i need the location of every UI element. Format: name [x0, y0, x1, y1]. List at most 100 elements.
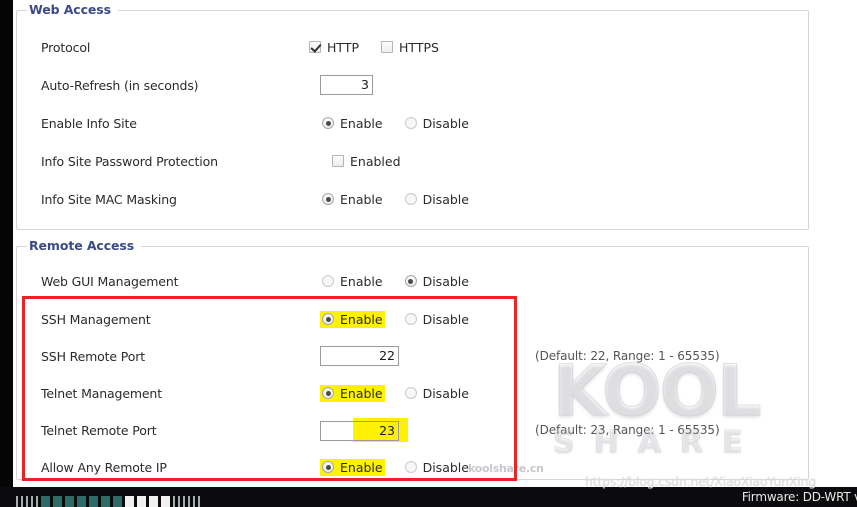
row-ssh-management: SSH Management Enable Disable [17, 303, 808, 335]
radio-allow-any-ip-disable[interactable]: Disable [403, 459, 471, 476]
radio-web-gui-enable[interactable]: Enable [320, 273, 385, 290]
control-info-site-password: Enabled [330, 153, 421, 170]
radio-mac-masking-disable-label: Disable [422, 191, 469, 207]
radio-info-site-disable-dot[interactable] [404, 117, 417, 129]
row-info-site-mac-masking: Info Site MAC Masking Enable Disable [17, 183, 808, 215]
dock-tick-icon [173, 496, 175, 507]
ssh-remote-port-input[interactable] [320, 346, 399, 366]
dock-tick-icon [31, 496, 33, 507]
checkbox-https-label: HTTPS [399, 39, 439, 55]
dock-tick-icon [36, 496, 38, 507]
radio-ssh-disable-dot[interactable] [404, 313, 417, 325]
checkbox-http[interactable]: HTTP [307, 39, 361, 56]
checkbox-https[interactable]: HTTPS [379, 39, 441, 56]
hint-telnet-remote-port: (Default: 23, Range: 1 - 65535) [535, 423, 720, 437]
radio-telnet-disable-label: Disable [422, 385, 469, 401]
radio-web-gui-disable-dot[interactable] [404, 275, 417, 287]
dock-app-icon[interactable] [161, 496, 170, 507]
radio-ssh-disable-label: Disable [422, 311, 469, 327]
label-ssh-management: SSH Management [41, 311, 151, 327]
checkbox-info-site-password[interactable]: Enabled [330, 153, 403, 170]
radio-info-site-enable-label: Enable [340, 115, 383, 131]
radio-allow-any-ip-enable-dot[interactable] [322, 461, 334, 473]
checkbox-https-box[interactable] [381, 41, 393, 53]
dock-app-icon[interactable] [65, 496, 74, 507]
radio-info-site-enable-dot[interactable] [322, 117, 334, 129]
radio-web-gui-disable-label: Disable [422, 273, 469, 289]
radio-web-gui-disable[interactable]: Disable [403, 273, 471, 290]
checkbox-http-label: HTTP [327, 39, 359, 55]
dock-tick-icon [183, 496, 185, 507]
row-ssh-remote-port: SSH Remote Port (Default: 22, Range: 1 -… [17, 340, 808, 372]
row-allow-any-remote-ip: Allow Any Remote IP Enable Disable [17, 451, 808, 483]
radio-telnet-enable-dot[interactable] [322, 387, 334, 399]
web-access-legend: Web Access [27, 2, 118, 17]
radio-ssh-enable-dot[interactable] [322, 313, 334, 325]
control-info-site-mac-masking: Enable Disable [320, 191, 489, 208]
checkbox-info-site-password-box[interactable] [332, 155, 344, 167]
telnet-remote-port-input[interactable] [320, 420, 399, 441]
taskbar-dock[interactable] [16, 493, 200, 507]
control-web-gui-management: Enable Disable [320, 273, 489, 290]
radio-web-gui-enable-label: Enable [340, 273, 383, 289]
control-telnet-management: Enable Disable [320, 384, 489, 402]
control-allow-any-remote-ip: Enable Disable [320, 458, 489, 476]
firmware-status-text: Firmware: DD-WRT v [741, 490, 857, 504]
dock-app-icon[interactable] [113, 496, 122, 507]
dock-tick-icon [16, 496, 18, 507]
radio-allow-any-ip-enable[interactable]: Enable [320, 458, 385, 476]
radio-mac-masking-disable-dot[interactable] [404, 193, 417, 205]
radio-mac-masking-enable-dot[interactable] [322, 193, 334, 205]
control-enable-info-site: Enable Disable [320, 115, 489, 132]
radio-telnet-enable[interactable]: Enable [320, 384, 385, 402]
dock-app-icon[interactable] [77, 496, 86, 507]
dock-tick-icon [188, 496, 190, 507]
radio-telnet-disable-dot[interactable] [404, 387, 417, 399]
hint-ssh-remote-port: (Default: 22, Range: 1 - 65535) [535, 349, 720, 363]
dock-app-icon[interactable] [53, 496, 62, 507]
remote-access-fieldset: Remote Access Web GUI Management Enable … [16, 238, 809, 483]
label-web-gui-management: Web GUI Management [41, 273, 179, 289]
radio-info-site-disable[interactable]: Disable [403, 115, 471, 132]
label-info-site-mac-masking: Info Site MAC Masking [41, 191, 177, 207]
radio-web-gui-enable-dot[interactable] [322, 275, 334, 287]
control-telnet-remote-port [320, 417, 408, 442]
telnet-remote-port-wrapper [320, 417, 408, 442]
bottom-status-strip: Firmware: DD-WRT v [0, 487, 857, 507]
dock-app-icon[interactable] [41, 496, 50, 507]
radio-mac-masking-disable[interactable]: Disable [403, 191, 471, 208]
row-enable-info-site: Enable Info Site Enable Disable [17, 107, 808, 139]
router-settings-page: Web Access Protocol HTTP HTTPS Auto-Refr… [13, 0, 857, 489]
radio-ssh-disable[interactable]: Disable [403, 311, 471, 328]
row-info-site-password: Info Site Password Protection Enabled [17, 145, 808, 177]
radio-allow-any-ip-enable-label: Enable [340, 459, 383, 475]
dock-app-icon[interactable] [89, 496, 98, 507]
checkbox-http-box[interactable] [309, 41, 321, 53]
radio-allow-any-ip-disable-dot[interactable] [404, 461, 417, 473]
dock-app-icon[interactable] [149, 496, 158, 507]
radio-info-site-enable[interactable]: Enable [320, 115, 385, 132]
checkbox-info-site-password-label: Enabled [350, 153, 401, 169]
dock-tick-icon [26, 496, 28, 507]
remote-access-legend: Remote Access [27, 238, 142, 253]
radio-ssh-enable[interactable]: Enable [320, 310, 385, 328]
dock-app-icon[interactable] [137, 496, 146, 507]
radio-ssh-enable-label: Enable [340, 311, 383, 327]
auto-refresh-input[interactable] [320, 75, 373, 95]
label-enable-info-site: Enable Info Site [41, 115, 137, 131]
label-ssh-remote-port: SSH Remote Port [41, 348, 145, 364]
row-web-gui-management: Web GUI Management Enable Disable [17, 265, 808, 297]
radio-telnet-disable[interactable]: Disable [403, 385, 471, 402]
radio-mac-masking-enable[interactable]: Enable [320, 191, 385, 208]
label-info-site-password: Info Site Password Protection [41, 153, 218, 169]
control-ssh-remote-port [320, 346, 399, 366]
label-telnet-management: Telnet Management [41, 385, 162, 401]
label-telnet-remote-port: Telnet Remote Port [41, 422, 157, 438]
row-telnet-management: Telnet Management Enable Disable [17, 377, 808, 409]
dock-app-icon[interactable] [101, 496, 110, 507]
label-allow-any-remote-ip: Allow Any Remote IP [41, 459, 167, 475]
dock-tick-icon [193, 496, 195, 507]
radio-telnet-enable-label: Enable [340, 385, 383, 401]
dock-app-icon[interactable] [125, 496, 134, 507]
control-protocol: HTTP HTTPS [307, 39, 459, 56]
